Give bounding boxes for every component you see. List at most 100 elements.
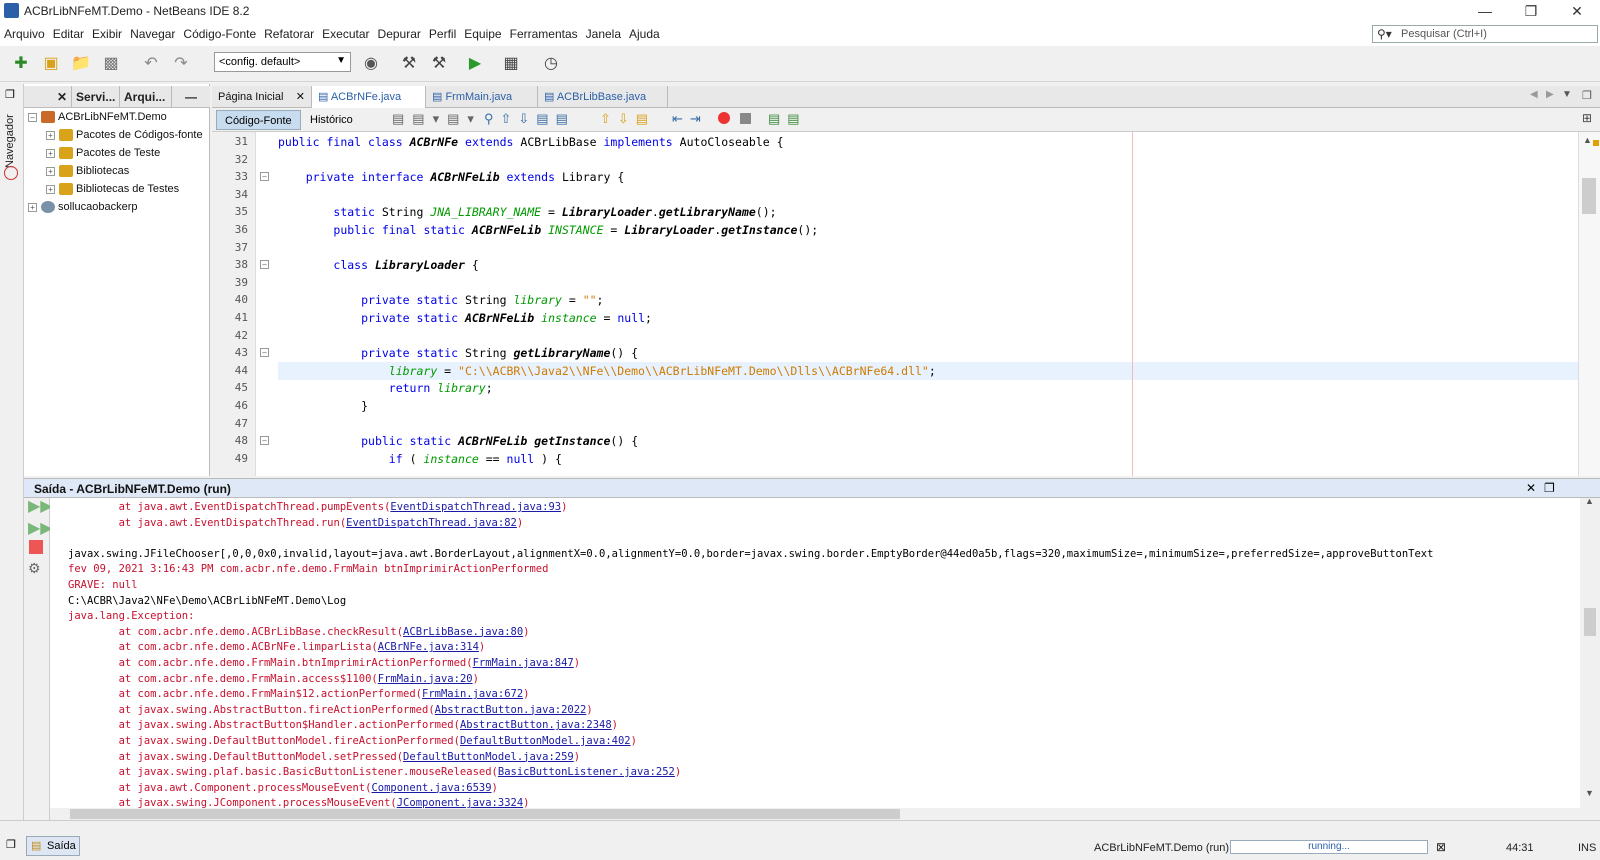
clean-build-icon[interactable]: ⚒ [428,53,450,75]
stacktrace-link[interactable]: Component.java:6539 [371,782,491,794]
expand-icon[interactable]: + [46,166,55,176]
code-line[interactable]: static String JNA_LIBRARY_NAME = Library… [278,203,776,221]
editor-action-icons[interactable]: ▤▤▾▤▾ [392,111,482,127]
tree-item-project[interactable]: – ACBrLibNFeMT.Demo [28,108,167,126]
collapse-icon[interactable]: – [28,112,37,122]
stacktrace-link[interactable]: AbstractButton.java:2348 [460,719,612,731]
record-macro-icon[interactable] [718,112,730,124]
open-project-icon[interactable]: 📁 [70,53,92,75]
bookmark-icons[interactable]: ⇧⇩▤ [600,111,655,127]
fold-toggle-icon[interactable]: – [260,260,269,270]
cancel-task-icon[interactable]: ⊠ [1436,840,1446,854]
rerun-with-params-icon[interactable]: ▶▶ [28,518,53,538]
stacktrace-link[interactable]: JComponent.java:3324 [397,797,523,808]
expand-icon[interactable]: + [46,184,55,194]
stacktrace-link[interactable]: FrmMain.java:672 [422,688,523,700]
code-line[interactable]: private interface ACBrNFeLib extends Lib… [278,168,625,186]
indent-icons[interactable]: ⇤⇥ [672,111,708,127]
tab-list-icon[interactable]: ▼ [1562,89,1572,100]
tab-pagina-inicial[interactable]: Página Inicial ✕ [212,86,312,108]
scroll-tabs-left-icon[interactable]: ◀ [1530,89,1538,100]
maximize-icon[interactable]: ❐ [1544,481,1555,495]
code-line[interactable]: private static String getLibraryName() { [278,344,638,362]
restore-window-icon[interactable]: ❐ [6,838,16,851]
output-minimized-tab[interactable]: ▤ Saída [26,836,80,856]
tab-files[interactable]: Arqui... [120,86,172,108]
code-line[interactable]: return library; [278,379,493,397]
tree-item-test-libraries[interactable]: + Bibliotecas de Testes [46,180,179,198]
editor-scroll-thumb[interactable] [1582,178,1596,214]
scroll-tabs-right-icon[interactable]: ▶ [1546,89,1554,100]
debug-icon[interactable]: ▦ [500,53,522,75]
code-line[interactable]: public static ACBrNFeLib getInstance() { [278,432,638,450]
menu-refatorar[interactable]: Refatorar [260,22,318,46]
tab-services[interactable]: Servi... [72,86,120,108]
restore-icon[interactable]: ❐ [1508,0,1554,22]
tab-acbrlibbase-java[interactable]: ▤ ACBrLibBase.java✕ [538,86,668,125]
tab-frmmain-java[interactable]: ▤ FrmMain.java✕ [426,86,538,125]
menu-exibir[interactable]: Exibir [88,22,126,46]
rerun-icon[interactable]: ▶▶ [28,496,53,516]
scroll-up-icon[interactable]: ▲ [1585,496,1594,506]
navigator-tab[interactable]: Navegador [4,108,16,168]
expand-icon[interactable]: + [28,202,37,212]
globe-icon[interactable]: ◉ [360,53,382,75]
code-line[interactable]: public final static ACBrNFeLib INSTANCE … [278,221,818,239]
close-icon[interactable]: ✕ [24,86,72,108]
output-console[interactable]: at java.awt.EventDispatchThread.pumpEven… [50,498,1580,808]
menu-arquivo[interactable]: Arquivo [0,22,49,46]
undo-icon[interactable]: ↶ [140,53,162,75]
menu-editar[interactable]: Editar [49,22,88,46]
code-editor[interactable]: ▲ 31 public final class ACBrNFe extends A… [212,132,1600,476]
menu-perfil[interactable]: Perfil [425,22,460,46]
fold-toggle-icon[interactable]: – [260,436,269,446]
expand-icon[interactable]: + [46,130,55,140]
close-icon[interactable]: ✕ [296,86,305,108]
maximize-icon[interactable]: ❐ [1582,89,1592,102]
code-line[interactable]: private static ACBrNFeLib instance = nul… [278,309,652,327]
search-input[interactable]: ⚲▾ Pesquisar (Ctrl+I) [1372,25,1598,43]
comment-icons[interactable]: ▤▤ [768,111,807,127]
menu-depurar[interactable]: Depurar [374,22,425,46]
restore-window-icon[interactable]: ❐ [5,88,15,101]
stacktrace-link[interactable]: BasicButtonListener.java:252 [498,766,675,778]
redo-icon[interactable]: ↷ [170,53,192,75]
split-editor-icon[interactable]: ⊞ [1582,111,1592,125]
fold-toggle-icon[interactable]: – [260,172,269,182]
output-scroll-thumb[interactable] [1584,608,1596,636]
tab-acbrnfe-java[interactable]: ▤ ACBrNFe.java✕ [312,86,426,125]
save-all-icon[interactable]: ▩ [100,53,122,75]
output-hscroll-thumb[interactable] [70,809,900,819]
code-line[interactable]: private static String library = ""; [278,291,603,309]
editor-scrollbar[interactable]: ▲ [1578,132,1600,476]
code-line[interactable]: public final class ACBrNFe extends ACBrL… [278,133,784,151]
history-view-button[interactable]: Histórico [302,110,361,130]
stacktrace-link[interactable]: AbstractButton.java:2022 [435,704,587,716]
stacktrace-link[interactable]: EventDispatchThread.java:82 [346,517,517,529]
tree-item-libraries[interactable]: + Bibliotecas [46,162,129,180]
menu-executar[interactable]: Executar [318,22,373,46]
minimize-panel-icon[interactable]: — [172,86,210,108]
new-file-icon[interactable]: ✚ [10,53,32,75]
code-line[interactable]: class LibraryLoader { [278,256,478,274]
stacktrace-link[interactable]: ACBrNFe.java:314 [378,641,479,653]
menu-janela[interactable]: Janela [582,22,625,46]
build-icon[interactable]: ⚒ [398,53,420,75]
stacktrace-link[interactable]: FrmMain.java:20 [378,673,473,685]
stacktrace-link[interactable]: FrmMain.java:847 [473,657,574,669]
tree-item-source-packages[interactable]: + Pacotes de Códigos-fonte [46,126,203,144]
stacktrace-link[interactable]: DefaultButtonModel.java:259 [403,751,574,763]
menu-codigo-fonte[interactable]: Código-Fonte [179,22,260,46]
search-nav-icons[interactable]: ⚲⇧⇩▤▤ [484,111,575,127]
output-horizontal-scrollbar[interactable] [50,808,1580,820]
stacktrace-link[interactable]: DefaultButtonModel.java:402 [460,735,631,747]
tree-item-project-2[interactable]: + sollucaobackerp [28,198,138,216]
stop-macro-icon[interactable] [740,113,751,124]
menu-navegar[interactable]: Navegar [126,22,179,46]
fold-toggle-icon[interactable]: – [260,348,269,358]
profile-icon[interactable]: ◷ [540,53,562,75]
scroll-up-icon[interactable]: ▲ [1583,135,1592,145]
close-icon[interactable]: ✕ [1554,0,1600,22]
code-line[interactable]: library = "C:\\ACBR\\Java2\\NFe\\Demo\\A… [278,362,936,380]
menu-equipe[interactable]: Equipe [460,22,505,46]
